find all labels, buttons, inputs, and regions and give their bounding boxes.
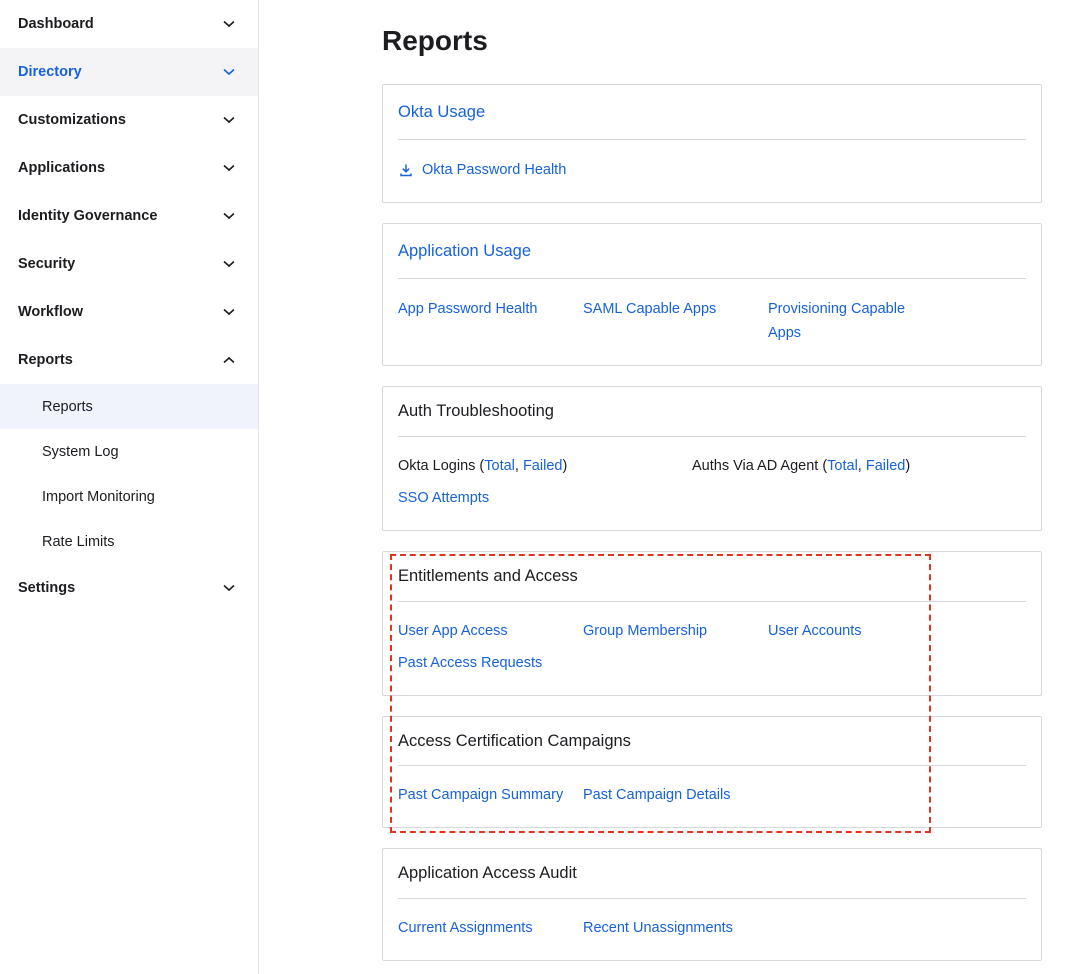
card-auth-troubleshooting: Auth Troubleshooting Okta Logins (Total,… [382,386,1042,531]
subnav-reports[interactable]: Reports [0,384,258,429]
link-provisioning-capable-apps[interactable]: Provisioning Capable [768,297,905,321]
separator: , [857,458,866,474]
nav-dashboard[interactable]: Dashboard [0,0,258,48]
subnav-import-monitoring[interactable]: Import Monitoring [0,474,258,519]
link-group-membership[interactable]: Group Membership [583,619,707,643]
link-past-campaign-summary[interactable]: Past Campaign Summary [398,783,563,807]
link-user-accounts[interactable]: User Accounts [768,619,862,643]
nav-label: Directory [18,64,82,80]
nav-label: Settings [18,580,76,596]
link-auths-ad-total[interactable]: Total [827,458,858,474]
link-sso-attempts[interactable]: SSO Attempts [398,486,489,510]
nav-label: Workflow [18,304,83,320]
subnav-label: Rate Limits [42,533,115,550]
card-entitlements-access: Entitlements and Access User App Access … [382,551,1042,696]
nav-customizations[interactable]: Customizations [0,96,258,144]
link-past-campaign-details[interactable]: Past Campaign Details [583,783,731,807]
nav-security[interactable]: Security [0,240,258,288]
chevron-up-icon [222,353,236,367]
nav-applications[interactable]: Applications [0,144,258,192]
page-title: Reports [382,25,488,56]
nav-directory[interactable]: Directory [0,48,258,96]
nav-label: Identity Governance [18,208,158,224]
link-saml-capable-apps[interactable]: SAML Capable Apps [583,297,716,321]
link-okta-logins-failed[interactable]: Failed [523,458,563,474]
link-auths-ad-failed[interactable]: Failed [866,458,906,474]
link-current-assignments[interactable]: Current Assignments [398,916,533,940]
link-okta-password-health[interactable]: Okta Password Health [422,158,566,182]
nav-label: Dashboard [18,16,94,32]
link-recent-unassignments[interactable]: Recent Unassignments [583,916,733,940]
chevron-down-icon [222,65,236,79]
card-application-usage: Application Usage App Password Health SA… [382,223,1042,366]
nav-label: Security [18,256,76,272]
chevron-down-icon [222,581,236,595]
chevron-down-icon [222,17,236,31]
chevron-down-icon [222,305,236,319]
subnav-label: Reports [42,398,93,415]
subnav-label: System Log [42,443,119,460]
auths-ad-label: Auths Via AD Agent ( [692,458,828,474]
nav-identity-governance[interactable]: Identity Governance [0,192,258,240]
nav-reports[interactable]: Reports [0,336,258,384]
card-title-campaigns: Access Certification Campaigns [398,717,1026,766]
link-app-password-health[interactable]: App Password Health [398,297,537,321]
chevron-down-icon [222,161,236,175]
link-provisioning-capable-apps-2[interactable]: Apps [768,321,801,345]
chevron-down-icon [222,257,236,271]
subnav-rate-limits[interactable]: Rate Limits [0,519,258,564]
nav-label: Reports [18,352,73,368]
card-title-okta-usage[interactable]: Okta Usage [398,85,1026,140]
nav-settings[interactable]: Settings [0,564,258,612]
card-title-audit: Application Access Audit [398,849,1026,899]
card-title-application-usage[interactable]: Application Usage [398,224,1026,279]
card-title-entitlements: Entitlements and Access [398,552,1026,602]
card-title-auth-troubleshooting: Auth Troubleshooting [398,387,1026,437]
link-user-app-access[interactable]: User App Access [398,619,508,643]
auths-ad-row: Auths Via AD Agent (Total, Failed) [692,454,910,478]
card-okta-usage: Okta Usage Okta Password Health [382,84,1042,203]
card-access-certification: Access Certification Campaigns Past Camp… [382,716,1042,828]
chevron-down-icon [222,209,236,223]
okta-logins-label: Okta Logins ( [398,458,485,474]
separator: , [514,458,523,474]
subnav-system-log[interactable]: System Log [0,429,258,474]
card-application-access-audit: Application Access Audit Current Assignm… [382,848,1042,961]
close-paren: ) [562,458,568,474]
okta-logins-row: Okta Logins (Total, Failed) [398,454,567,478]
chevron-down-icon [222,113,236,127]
subnav-label: Import Monitoring [42,488,155,505]
download-icon[interactable] [399,163,413,177]
link-okta-logins-total[interactable]: Total [484,458,515,474]
sidebar: Dashboard Directory Customizations Appli… [0,0,259,974]
nav-workflow[interactable]: Workflow [0,288,258,336]
nav-label: Customizations [18,112,126,128]
nav-label: Applications [18,160,106,176]
close-paren: ) [905,458,911,474]
link-past-access-requests[interactable]: Past Access Requests [398,651,542,675]
